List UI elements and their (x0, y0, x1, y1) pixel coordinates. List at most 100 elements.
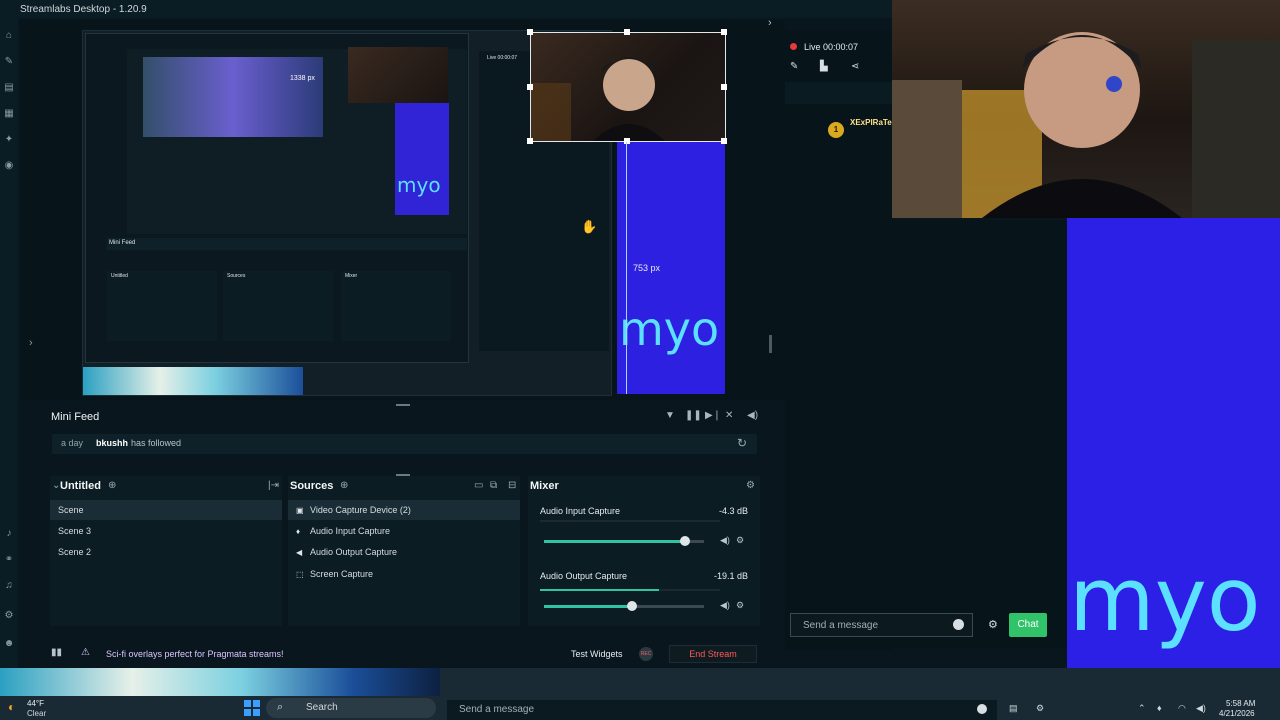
volume-icon[interactable]: ◀) (747, 410, 758, 421)
dashboard-icon[interactable]: ▙ (820, 61, 828, 72)
source-item[interactable]: Screen Capture (288, 564, 520, 584)
screen-icon: ⬚ (296, 570, 304, 579)
replay-icon[interactable]: ↻ (737, 436, 747, 450)
volume-slider[interactable] (544, 601, 704, 611)
filter-icon[interactable]: ▼ (665, 410, 675, 421)
stats-icon[interactable]: ▮▮ (51, 647, 62, 658)
webcam-source[interactable] (530, 32, 726, 142)
promo-link[interactable]: Sci-fi overlays perfect for Pragmata str… (106, 649, 284, 659)
alert-icon[interactable]: ⚠ (81, 647, 90, 658)
nested-mixer: Mixer (341, 271, 451, 341)
windows-start-icon[interactable] (244, 700, 260, 716)
skip-icon[interactable]: ▶❘ (705, 410, 721, 421)
taskbar-search[interactable]: Search (266, 698, 436, 718)
tray-chevron-icon[interactable]: ⌃ (1138, 703, 1146, 714)
canvas-script-text: myo (1069, 548, 1261, 651)
source-item[interactable]: Audio Output Capture (288, 542, 520, 562)
bottom-bar: ▮▮ ⚠ Sci-fi overlays perfect for Pragmat… (45, 642, 765, 666)
pause-icon[interactable]: ❚❚ (685, 410, 702, 421)
tiktok-icon[interactable]: ♪ (3, 528, 15, 540)
weather-temp[interactable]: 44°F (27, 699, 44, 708)
source-item[interactable]: Audio Input Capture (288, 521, 520, 541)
scene-item[interactable]: Scene 3 (50, 521, 282, 541)
volume-slider[interactable] (544, 536, 704, 546)
record-button[interactable]: REC (639, 647, 653, 661)
volume-icon[interactable]: ◀) (1196, 703, 1206, 714)
source-label: Video Capture Device (2) (310, 505, 411, 515)
folder-icon[interactable]: ▭ (474, 480, 483, 491)
feed-user[interactable]: bkushh (96, 438, 128, 448)
layout-icon[interactable]: ▦ (3, 108, 15, 120)
mic-icon[interactable]: ♦ (1157, 703, 1162, 713)
mixer-panel: Mixer ⚙ Audio Input Capture -4.3 dB ◀) ⚙… (528, 476, 760, 626)
source-props-icon[interactable]: ⊟ (508, 480, 516, 491)
nested-minifeed: Mini Feed (107, 238, 467, 250)
add-scene-icon[interactable]: ⊕ (108, 480, 116, 491)
text-canvas-overlay: myo (1067, 218, 1280, 668)
store-icon[interactable]: ▤ (1009, 703, 1018, 714)
minifeed-header: Mini Feed ▼ ❚❚ ▶❘ ✕ ◀) (45, 406, 760, 428)
bell-icon[interactable]: ♫ (3, 580, 15, 592)
link-icon[interactable]: ⚭ (3, 554, 15, 566)
live-indicator (790, 43, 797, 50)
add-source-icon[interactable]: ⊕ (340, 480, 348, 491)
settings-icon[interactable]: ⚙ (3, 610, 15, 622)
resize-handle[interactable] (527, 29, 533, 35)
themes-icon[interactable]: ✎ (3, 56, 15, 68)
mic-icon: ♦ (296, 527, 301, 536)
emoji-icon[interactable] (953, 619, 964, 630)
test-widgets-button[interactable]: Test Widgets (571, 649, 623, 659)
mixer-channel-name: Audio Output Capture (540, 571, 628, 581)
stream-chat-input[interactable]: Send a message (447, 700, 997, 720)
share-icon[interactable]: ⋖ (851, 61, 859, 72)
emoji-icon[interactable] (977, 704, 987, 714)
mute-icon[interactable]: ◀) (720, 535, 730, 546)
scene-transition-icon[interactable]: |⇥ (268, 480, 279, 491)
profile-icon[interactable]: ☻ (3, 638, 15, 650)
widgets-icon[interactable]: ◉ (3, 160, 15, 172)
user-badge: 1 (828, 122, 844, 138)
scenes-panel: ⌄ Untitled ⊕ |⇥ Scene Scene 3 Scene 2 (50, 476, 282, 626)
channel-gear-icon[interactable]: ⚙ (736, 535, 744, 546)
home-icon[interactable]: ⌂ (3, 30, 15, 42)
chevron-right-icon[interactable]: › (768, 17, 772, 29)
nested-px-label: 1338 px (290, 75, 315, 82)
edit-icon[interactable]: ✎ (790, 61, 798, 72)
apps-icon[interactable]: ✦ (3, 134, 15, 146)
mute-alerts-icon[interactable]: ✕ (725, 410, 733, 421)
clock-time[interactable]: 5:58 AM (1226, 699, 1255, 708)
resize-handle[interactable] (527, 138, 533, 144)
volume-thumb[interactable] (679, 536, 690, 546)
mixer-gear-icon[interactable]: ⚙ (746, 480, 755, 491)
wifi-icon[interactable]: ◠ (1178, 703, 1186, 714)
nested-blue: myo (395, 103, 449, 215)
chat-input[interactable]: Send a message (790, 613, 973, 637)
resize-handle[interactable] (721, 84, 727, 90)
end-stream-button[interactable]: End Stream (669, 645, 757, 663)
mixer-channel-db: -19.1 dB (713, 571, 748, 581)
volume-thumb[interactable] (627, 601, 637, 611)
store-icon[interactable]: ▤ (3, 82, 15, 94)
person-silhouette (892, 32, 1280, 218)
resize-bar[interactable] (769, 335, 772, 353)
nested-scenes: Untitled (107, 271, 217, 341)
channel-gear-icon[interactable]: ⚙ (736, 600, 744, 611)
chat-username[interactable]: XExPIRaTe (850, 118, 892, 127)
resize-handle[interactable] (721, 138, 727, 144)
scene-collection-title[interactable]: Untitled (60, 480, 101, 492)
resize-handle[interactable] (624, 138, 630, 144)
settings-icon[interactable]: ⚙ (1036, 703, 1044, 714)
scene-item[interactable]: Scene 2 (50, 542, 282, 562)
chevron-expand-icon[interactable]: › (29, 337, 33, 349)
source-item[interactable]: Video Capture Device (2) (288, 500, 520, 520)
resize-handle[interactable] (527, 84, 533, 90)
chat-settings-icon[interactable]: ⚙ (988, 618, 998, 631)
duplicate-icon[interactable]: ⧉ (490, 480, 497, 491)
feed-event-row: a day bkushh has followed ↻ (52, 434, 757, 454)
mute-icon[interactable]: ◀) (720, 600, 730, 611)
resize-handle[interactable] (721, 29, 727, 35)
resize-handle[interactable] (624, 29, 630, 35)
scene-item[interactable]: Scene (50, 500, 282, 520)
chat-send-button[interactable]: Chat (1009, 613, 1047, 637)
nested-screenshot (143, 57, 323, 137)
